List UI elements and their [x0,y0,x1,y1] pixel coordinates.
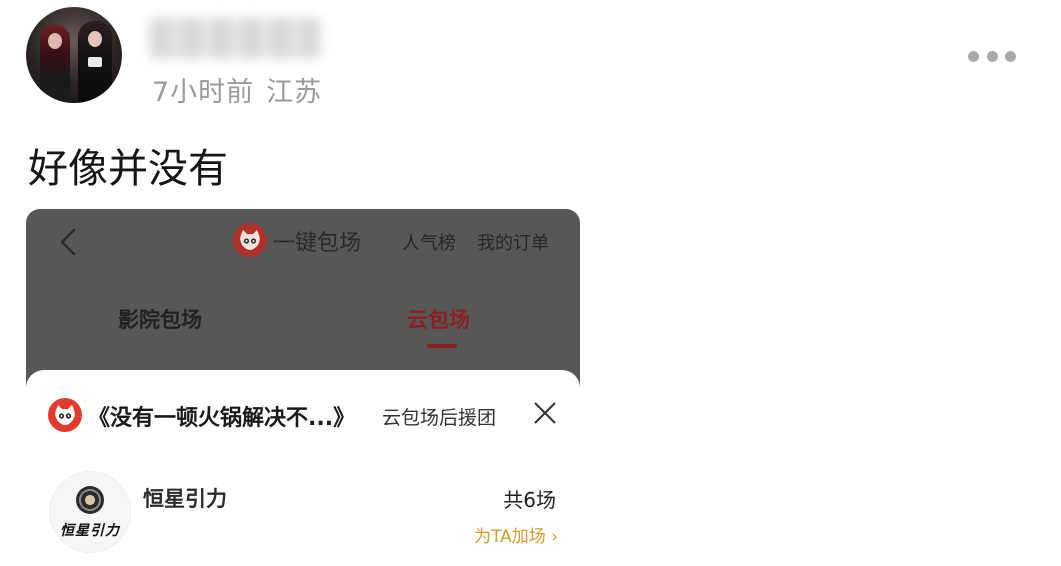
sheet-subtitle: 云包场后援团 [382,407,497,429]
avatar-face-right [88,31,102,47]
bottom-sheet: 《没有一顿火锅解决不...》 云包场后援团 恒星引力 恒星引力 共6场 为TA加… [26,370,580,566]
post-location: 江苏 [266,77,323,108]
popularity-ranking-link[interactable]: 人气榜 [402,229,456,255]
fan-group-name: 恒星引力 [143,487,227,511]
tab-cinema-booking[interactable]: 影院包场 [118,304,202,334]
close-icon[interactable] [532,400,558,426]
logo-text: 恒星引力 [60,523,120,539]
cat-logo-icon [48,398,82,432]
chevron-left-icon[interactable] [56,227,80,257]
more-dot [968,50,979,62]
avatar[interactable] [26,7,122,103]
avatar-face-left [48,33,62,49]
more-horizontal-icon[interactable] [968,48,1016,64]
logo-ring-icon [76,486,104,514]
more-dot [986,50,998,62]
post-meta: 7小时前 江苏 [152,70,322,109]
embedded-screenshot[interactable]: 一键包场 人气榜 我的订单 影院包场 云包场 《没有一顿火锅解决不...》 云包… [26,209,580,566]
header-title: 一键包场 [273,231,362,256]
more-dot [1005,50,1016,62]
add-screening-link[interactable]: 为TA加场 › [474,522,558,547]
sheet-movie-title: 《没有一顿火锅解决不...》 [88,406,356,431]
fan-group-logo[interactable]: 恒星引力 [49,471,131,553]
cat-logo-icon [233,223,267,257]
tab-cloud-booking[interactable]: 云包场 [407,304,470,334]
username-blurred[interactable] [150,18,320,58]
active-tab-indicator [427,344,457,348]
my-orders-link[interactable]: 我的订单 [477,229,549,255]
post-text: 好像并没有 [28,146,228,192]
avatar-collar [88,57,102,67]
post-time: 7小时前 [152,77,255,108]
screening-count: 共6场 [503,488,556,512]
